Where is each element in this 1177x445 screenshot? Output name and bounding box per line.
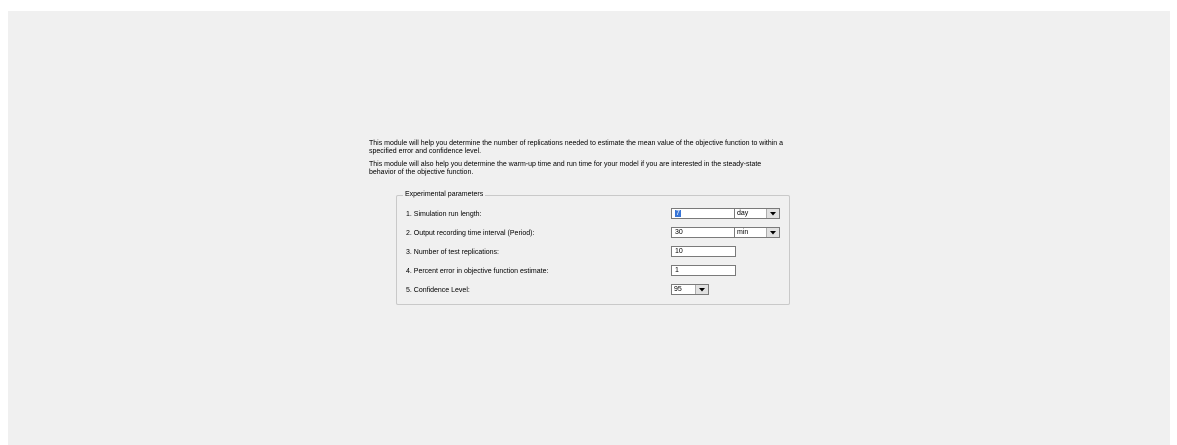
percent-error-input[interactable]: 1 bbox=[671, 265, 736, 276]
replications-input[interactable]: 10 bbox=[671, 246, 736, 257]
interval-input[interactable]: 30 bbox=[671, 227, 736, 238]
chevron-down-icon[interactable] bbox=[766, 209, 779, 218]
run-length-label: 1. Simulation run length: bbox=[406, 211, 482, 218]
percent-error-label: 4. Percent error in objective function e… bbox=[406, 268, 549, 275]
run-length-unit-value: day bbox=[737, 210, 749, 217]
interval-label: 2. Output recording time interval (Perio… bbox=[406, 230, 535, 237]
confidence-select[interactable]: 95 bbox=[671, 284, 709, 295]
interval-unit-value: min bbox=[737, 229, 749, 236]
interval-unit-select[interactable]: min bbox=[734, 227, 780, 238]
run-length-unit-select[interactable]: day bbox=[734, 208, 780, 219]
chevron-down-icon[interactable] bbox=[766, 228, 779, 237]
intro-paragraph-warmup: This module will also help you determine… bbox=[369, 161, 762, 176]
run-length-input[interactable]: 7 bbox=[671, 208, 736, 219]
replications-label: 3. Number of test replications: bbox=[406, 249, 499, 256]
chevron-down-icon[interactable] bbox=[695, 285, 708, 294]
intro-paragraph-replications: This module will help you determine the … bbox=[369, 140, 784, 155]
confidence-value: 95 bbox=[674, 286, 682, 293]
run-length-value: 7 bbox=[675, 210, 681, 217]
group-title: Experimental parameters bbox=[403, 190, 486, 199]
confidence-label: 5. Confidence Level: bbox=[406, 287, 470, 294]
